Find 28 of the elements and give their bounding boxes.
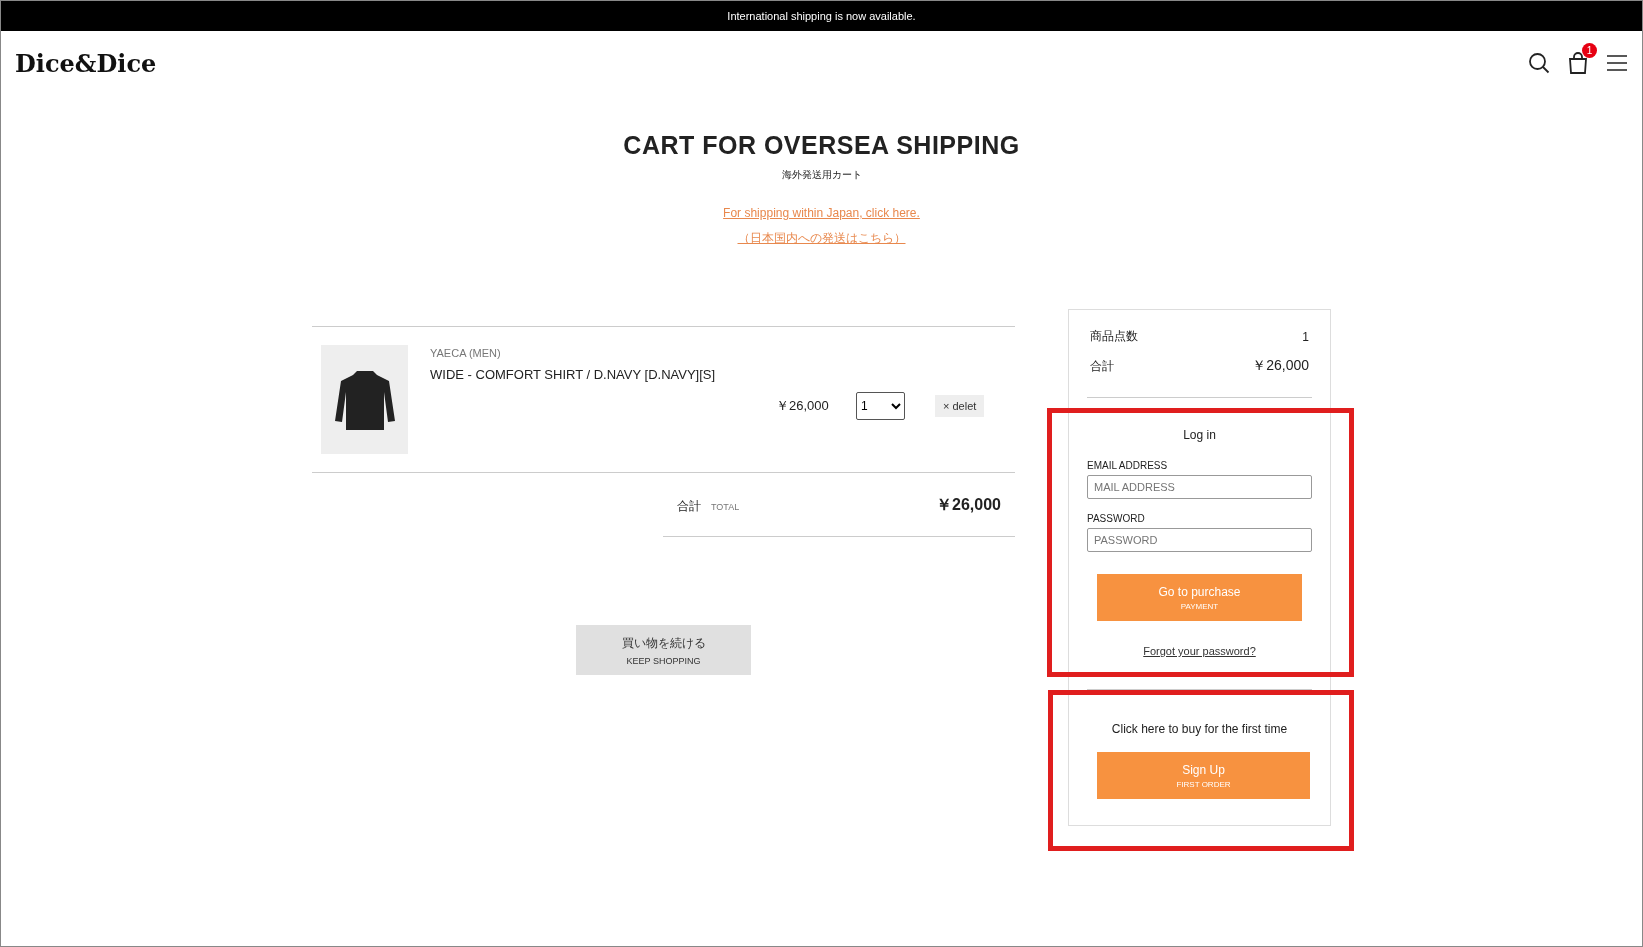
shopping-bag-icon[interactable] (1568, 52, 1588, 74)
field-label: EMAIL ADDRESS (1087, 460, 1169, 471)
total-value: ￥26,000 (936, 495, 1001, 515)
login-title: Log in (1182, 428, 1217, 442)
menu-icon[interactable] (1606, 54, 1628, 72)
product-price: ￥26,000 (776, 397, 830, 415)
summary-value: ￥26,000 (1252, 357, 1309, 375)
page-title: CART FOR OVERSEA SHIPPING (623, 131, 1020, 160)
product-brand: YAECA (MEN) (430, 347, 502, 359)
summary-label: 合計 (1090, 357, 1114, 375)
page-subtitle: 海外発送用カート (781, 168, 862, 182)
total-label: 合計 (677, 498, 701, 515)
delete-button[interactable]: × delet (935, 395, 985, 417)
quantity-select[interactable]: 1 (856, 392, 905, 420)
summary-label: 商品点数 (1090, 328, 1138, 345)
total-label-en: TOTAL (711, 502, 740, 512)
cart-count-badge: 1 (1582, 43, 1597, 58)
signup-prompt: Click here to buy for the first time (1110, 722, 1289, 736)
announcement-text: International shipping is now available. (727, 10, 916, 22)
keep-shopping-button[interactable]: 買い物を続ける KEEP SHOPPING (576, 625, 751, 675)
field-label: PASSWORD (1087, 513, 1146, 524)
input-field[interactable]: PASSWORD (1087, 528, 1312, 552)
forgot-password-link[interactable]: Forgot your password? (1143, 645, 1256, 657)
input-field[interactable]: MAIL ADDRESS (1087, 475, 1312, 499)
search-icon[interactable] (1528, 52, 1550, 74)
logo[interactable]: Dice&Dice (15, 48, 157, 78)
summary-value: 1 (1302, 329, 1309, 344)
product-name[interactable]: WIDE - COMFORT SHIRT / D.NAVY [D.NAVY][S] (430, 367, 1006, 382)
